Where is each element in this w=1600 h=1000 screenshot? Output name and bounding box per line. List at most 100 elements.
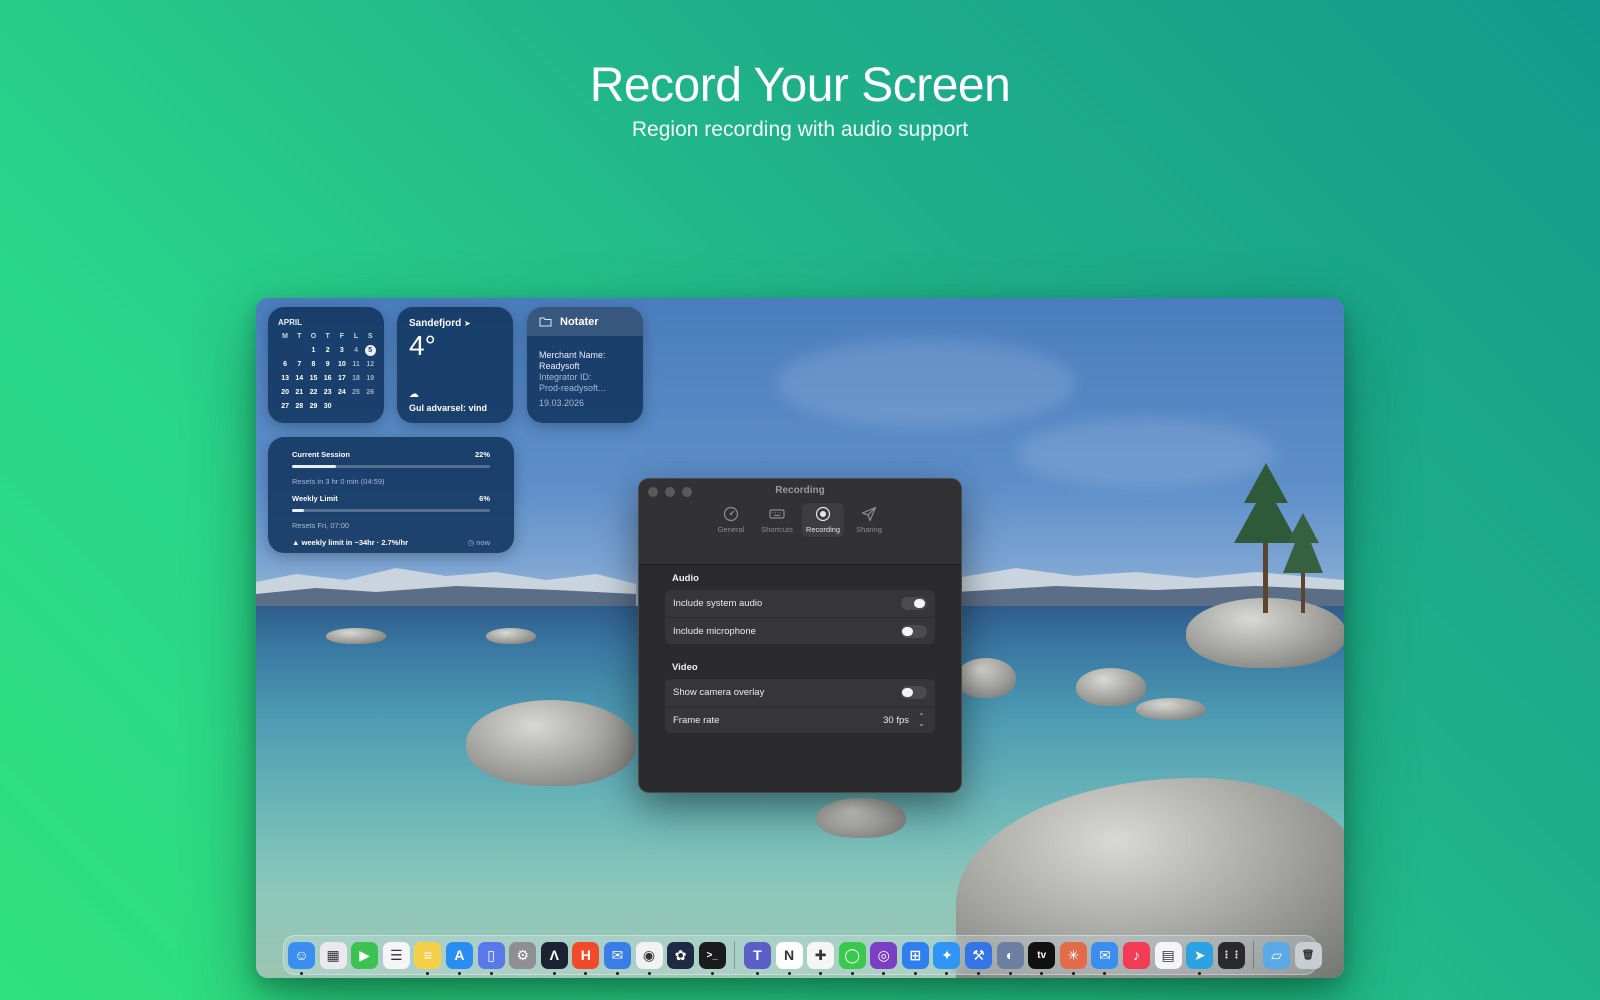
finder-icon[interactable]: ☺ (288, 941, 315, 975)
calendar-widget[interactable]: APRIL M T O T F L S 1 2 3 4 5 6 7 8 9 10 11 12 13 14 15 16 17 18… (268, 307, 384, 423)
session-progress-bar (292, 465, 490, 468)
system-audio-label: Include system audio (673, 598, 763, 609)
dock-icon-glyph: ♪ (1133, 947, 1141, 963)
app-store-icon[interactable]: A (445, 941, 473, 975)
tab-general[interactable]: General (710, 503, 752, 537)
running-indicator (1008, 971, 1012, 975)
calendar-day: 14 (295, 375, 304, 382)
xcode-icon[interactable]: ⚒ (965, 941, 993, 975)
windows-app-icon[interactable]: ⊞ (901, 941, 929, 975)
usage-updated-text: now (476, 538, 490, 547)
claude-icon[interactable]: ✳ (1059, 941, 1087, 975)
running-indicator (552, 971, 556, 975)
calendar-day: 24 (337, 389, 346, 396)
tab-label: Sharing (856, 525, 882, 534)
usage-widget[interactable]: Current Session 22% Resets in 3 hr 0 min… (268, 437, 514, 553)
usage-warning: ▲ weekly limit in ~34hr · 2.7%/hr (292, 538, 408, 547)
calendar-day: 2 (325, 347, 330, 354)
camera-overlay-toggle[interactable] (901, 686, 927, 699)
notes-line: Merchant Name: (539, 350, 606, 360)
calendar-day: 12 (366, 361, 375, 368)
calendar-day: 10 (337, 361, 346, 368)
dock-icon-glyph: ▶ (359, 946, 371, 963)
tab-label: Recording (805, 525, 841, 534)
dock-icon-glyph: ✿ (674, 946, 687, 963)
frame-rate-row: Frame rate 30 fps ⌃ ⌄ (665, 706, 935, 733)
tab-label: General (717, 525, 745, 534)
tab-sharing[interactable]: Sharing (848, 503, 890, 537)
wallpaper-rock (1136, 698, 1206, 720)
running-indicator (426, 971, 430, 975)
terminal-icon[interactable]: >_ (698, 941, 726, 975)
weekly-reset: Resets Fri, 07:00 (292, 521, 350, 530)
notes-icon[interactable]: ≡ (414, 941, 442, 975)
telegram-icon[interactable]: ➤ (1186, 941, 1214, 975)
running-indicator (584, 971, 588, 975)
chrome-icon[interactable]: ◉ (635, 941, 663, 975)
tab-recording[interactable]: Recording (802, 503, 844, 537)
more-apps-icon[interactable]: ⋮⋮ (1217, 941, 1245, 969)
dock-icon-glyph: 🗑 (1301, 949, 1315, 961)
weather-widget[interactable]: Sandefjord ➤ 4° ☁ Gul advarsel: vind (397, 307, 513, 423)
proxyman-icon[interactable]: ◐ (996, 941, 1024, 975)
weekly-progress-bar (292, 509, 490, 512)
running-indicator (489, 971, 493, 975)
dock-icon-glyph: ⚒ (972, 946, 985, 963)
system-settings-icon[interactable]: ⚙ (509, 941, 537, 969)
dock-icon-glyph: ✉ (611, 946, 624, 963)
dock-icon-glyph: ◎ (877, 946, 890, 963)
apple-tv-icon[interactable]: tv (1028, 941, 1056, 975)
weekly-row: Weekly Limit 6% (292, 494, 490, 503)
running-indicator (945, 971, 949, 975)
calendar-day: 4 (354, 347, 358, 354)
record-icon (815, 506, 831, 522)
notes-body: Merchant Name: Readysoft Integrator ID: … (527, 336, 643, 423)
launchpad-icon[interactable]: ▦ (319, 941, 347, 969)
teams-icon[interactable]: T (743, 941, 771, 975)
gauge-icon (723, 506, 739, 522)
simulator-icon[interactable]: ▯ (477, 941, 505, 975)
notes-widget[interactable]: Notater Merchant Name: Readysoft Integra… (527, 307, 643, 423)
hero-title: Record Your Screen (589, 59, 1011, 112)
notion-icon[interactable]: N (775, 941, 803, 975)
window-titlebar[interactable]: Recording General Shortcuts Recording Sh… (639, 479, 961, 565)
dock-icon-glyph: ▯ (487, 946, 495, 963)
location-arrow-icon: ➤ (464, 319, 471, 328)
trash-icon[interactable]: 🗑 (1294, 941, 1322, 969)
microphone-toggle[interactable] (901, 624, 927, 638)
harvest-icon[interactable]: H (572, 941, 600, 975)
calendar-day: 5 (364, 345, 376, 356)
tab-shortcuts[interactable]: Shortcuts (756, 503, 798, 537)
calendar-weekday: S (367, 333, 373, 340)
dock-icon-glyph: ◯ (844, 946, 861, 963)
calendar-weekday: O (310, 333, 317, 340)
reminders-icon[interactable]: ☰ (382, 941, 410, 969)
recording-settings-window[interactable]: Recording General Shortcuts Recording Sh… (638, 478, 962, 793)
facetime-icon[interactable]: ▶ (351, 941, 379, 969)
downloads-folder-icon[interactable]: ▱ (1263, 941, 1290, 969)
safari-icon[interactable]: ✦ (933, 941, 961, 975)
mail-icon[interactable]: ✉ (1091, 941, 1119, 975)
slack-icon[interactable]: ✚ (807, 941, 835, 975)
usage-warning-row: ▲ weekly limit in ~34hr · 2.7%/hr ◷ now (292, 538, 490, 547)
calendar-day: 18 (352, 375, 360, 382)
textedit-icon[interactable]: ▤ (1154, 941, 1182, 969)
calendar-day: 23 (323, 389, 332, 396)
chatgpt-icon[interactable]: ✿ (667, 941, 695, 969)
frame-rate-select[interactable]: 30 fps ⌃ ⌄ (883, 713, 927, 728)
notes-line: Integrator ID: (539, 372, 592, 382)
wallpaper-rock (326, 628, 386, 644)
calendar-day: 17 (337, 375, 346, 382)
github-icon[interactable]: ◎ (870, 941, 898, 975)
calendar-empty-cell (292, 345, 306, 356)
wallpaper-cloud (776, 338, 1076, 428)
system-audio-toggle[interactable] (901, 597, 927, 610)
messages-icon[interactable]: ◯ (838, 941, 866, 975)
calendar-weekday: L (353, 333, 359, 340)
music-icon[interactable]: ♪ (1123, 941, 1151, 969)
video-settings-group: Show camera overlay Frame rate 30 fps ⌃ ⌄ (665, 679, 935, 733)
weekly-percent: 6% (479, 494, 490, 503)
dock-icon-glyph: H (580, 947, 591, 963)
mail-client-icon[interactable]: ✉ (603, 941, 631, 975)
arc-icon[interactable]: Λ (540, 941, 568, 975)
